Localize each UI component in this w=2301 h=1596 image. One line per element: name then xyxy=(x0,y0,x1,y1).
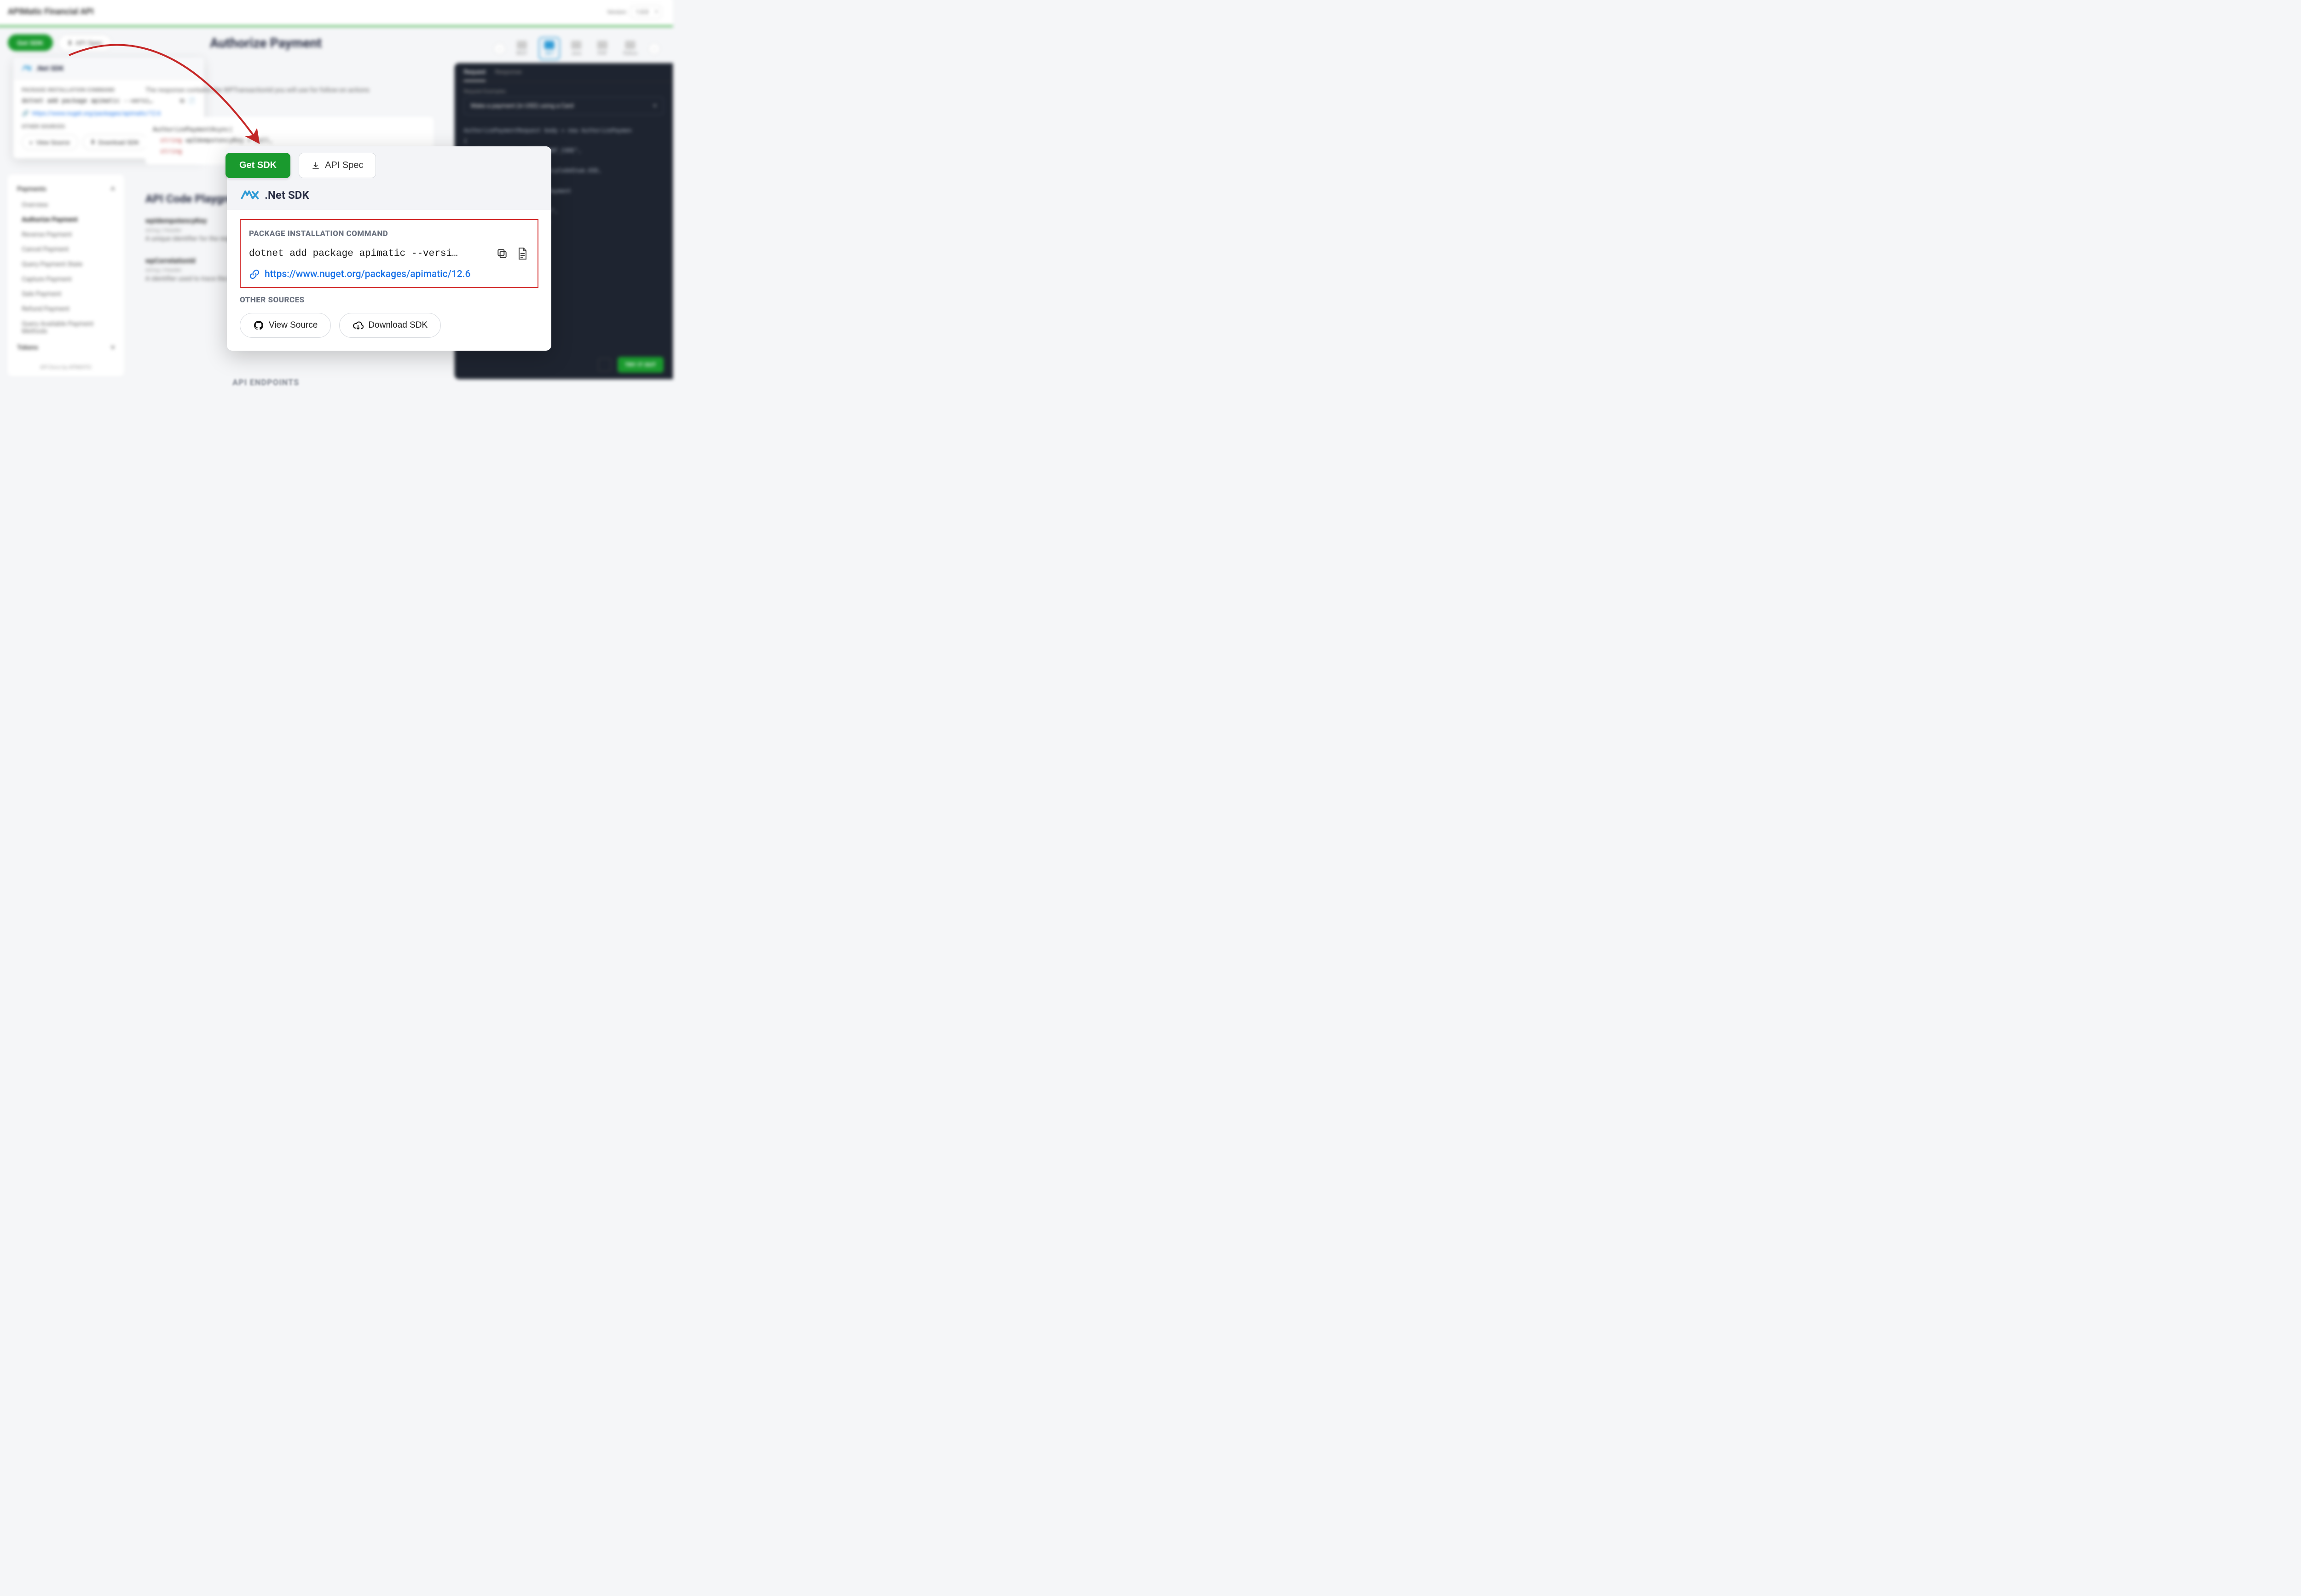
lang-tab-python[interactable]: Python xyxy=(619,38,642,59)
package-url-bg[interactable]: https://www.nuget.org/packages/apimatic/… xyxy=(32,110,161,117)
sidebar-nav: Payments ˄ Overview Authorize Payment Re… xyxy=(8,175,124,376)
lang-tab-php[interactable]: PHP xyxy=(592,38,612,59)
version-value[interactable]: 1.0.0 xyxy=(631,5,662,18)
get-sdk-button-bg[interactable]: Get SDK xyxy=(8,35,53,51)
link-icon xyxy=(249,269,260,280)
chevron-down-icon: ˅ xyxy=(653,102,657,110)
view-source-button[interactable]: View Source xyxy=(240,313,331,338)
view-source-btn-bg[interactable]: ◐View Source xyxy=(22,134,78,150)
tab-response[interactable]: Response xyxy=(495,69,522,81)
chevron-up-icon: ˄ xyxy=(111,185,115,193)
try-it-out-button[interactable]: TRY IT OUT xyxy=(618,357,664,372)
link-icon: 🔗 xyxy=(22,110,29,117)
sidebar-item-capture[interactable]: Capture Payment xyxy=(12,272,120,287)
globe-icon xyxy=(517,41,527,49)
sidebar-item-authorize[interactable]: Authorize Payment xyxy=(12,212,120,227)
example-selector[interactable]: Make a payment (in USD) using a Card ˅ xyxy=(464,97,664,115)
api-spec-button-bg[interactable]: ⬇ API Spec xyxy=(58,35,111,51)
python-icon xyxy=(625,41,636,49)
lang-tab-dotnet[interactable]: .NET xyxy=(538,37,560,60)
dotnet-icon xyxy=(22,65,32,71)
cloud-download-icon xyxy=(353,320,364,331)
sidebar-item-query-methods[interactable]: Query Available Payment Methods xyxy=(12,317,120,339)
sidebar-item-cancel[interactable]: Cancel Payment xyxy=(12,242,120,257)
chevron-down-icon: ˅ xyxy=(111,343,115,351)
copy-code-button[interactable] xyxy=(598,359,611,371)
download-icon xyxy=(311,161,320,170)
lang-tab-java[interactable]: Java xyxy=(567,38,586,59)
version-selector[interactable]: Version: 1.0.0 xyxy=(607,5,662,18)
other-sources-label: OTHER SOURCES xyxy=(240,295,538,305)
tab-request[interactable]: Request xyxy=(464,69,486,81)
download-icon: ⬇ xyxy=(90,139,95,146)
sidebar-item-query-state[interactable]: Query Payment State xyxy=(12,257,120,272)
lang-tab-rest[interactable]: REST xyxy=(512,38,532,59)
app-title: APIMatic Financial API xyxy=(8,7,94,17)
download-icon: ⬇ xyxy=(67,39,73,46)
examples-label: Request Examples xyxy=(455,82,673,97)
dotnet-icon xyxy=(544,41,554,49)
lang-prev-button[interactable]: ‹ xyxy=(494,43,505,54)
php-icon xyxy=(597,41,607,49)
file-icon xyxy=(517,247,528,260)
copy-icon xyxy=(496,248,508,260)
package-link[interactable]: https://www.nuget.org/packages/apimatic/… xyxy=(249,269,529,280)
copy-command-button[interactable] xyxy=(495,247,509,260)
get-sdk-button[interactable]: Get SDK xyxy=(225,153,290,178)
github-icon: ◐ xyxy=(29,139,33,145)
sidebar-item-sale[interactable]: Sale Payment xyxy=(12,287,120,301)
api-endpoints-heading: API ENDPOINTS xyxy=(232,378,299,387)
sidebar-item-reverse[interactable]: Reverse Payment xyxy=(12,227,120,242)
highlighted-region: PACKAGE INSTALLATION COMMAND dotnet add … xyxy=(240,219,538,288)
lang-next-button[interactable]: › xyxy=(649,43,660,54)
sdk-title: .Net SDK xyxy=(265,189,309,202)
github-icon xyxy=(253,320,264,331)
download-sdk-btn-bg[interactable]: ⬇Download SDK xyxy=(82,134,147,150)
sidebar-item-refund[interactable]: Refund Payment xyxy=(12,301,120,316)
install-command: dotnet add package apimatic --versi… xyxy=(249,249,489,259)
version-label: Version: xyxy=(607,8,627,15)
sidebar-item-overview[interactable]: Overview xyxy=(12,197,120,212)
file-button[interactable] xyxy=(515,247,529,260)
install-label: PACKAGE INSTALLATION COMMAND xyxy=(249,229,529,238)
page-intro: The response contains the WPTransactionI… xyxy=(145,87,434,94)
api-spec-button[interactable]: API Spec xyxy=(299,153,376,178)
package-url: https://www.nuget.org/packages/apimatic/… xyxy=(265,269,470,280)
page-title: Authorize Payment xyxy=(210,35,322,50)
java-icon xyxy=(571,41,581,49)
sidebar-section-tokens[interactable]: Tokens ˅ xyxy=(12,339,120,356)
sidebar-footer: API Docs by APIMATIC xyxy=(12,364,120,370)
dotnet-icon xyxy=(241,190,259,201)
download-sdk-button[interactable]: Download SDK xyxy=(339,313,441,338)
sidebar-section-payments[interactable]: Payments ˄ xyxy=(12,180,120,197)
sdk-toolbar-foreground: Get SDK API Spec xyxy=(225,153,376,178)
language-tabs: ‹ REST .NET Java PHP Python › xyxy=(494,37,660,60)
app-header: APIMatic Financial API Version: 1.0.0 xyxy=(0,0,673,27)
